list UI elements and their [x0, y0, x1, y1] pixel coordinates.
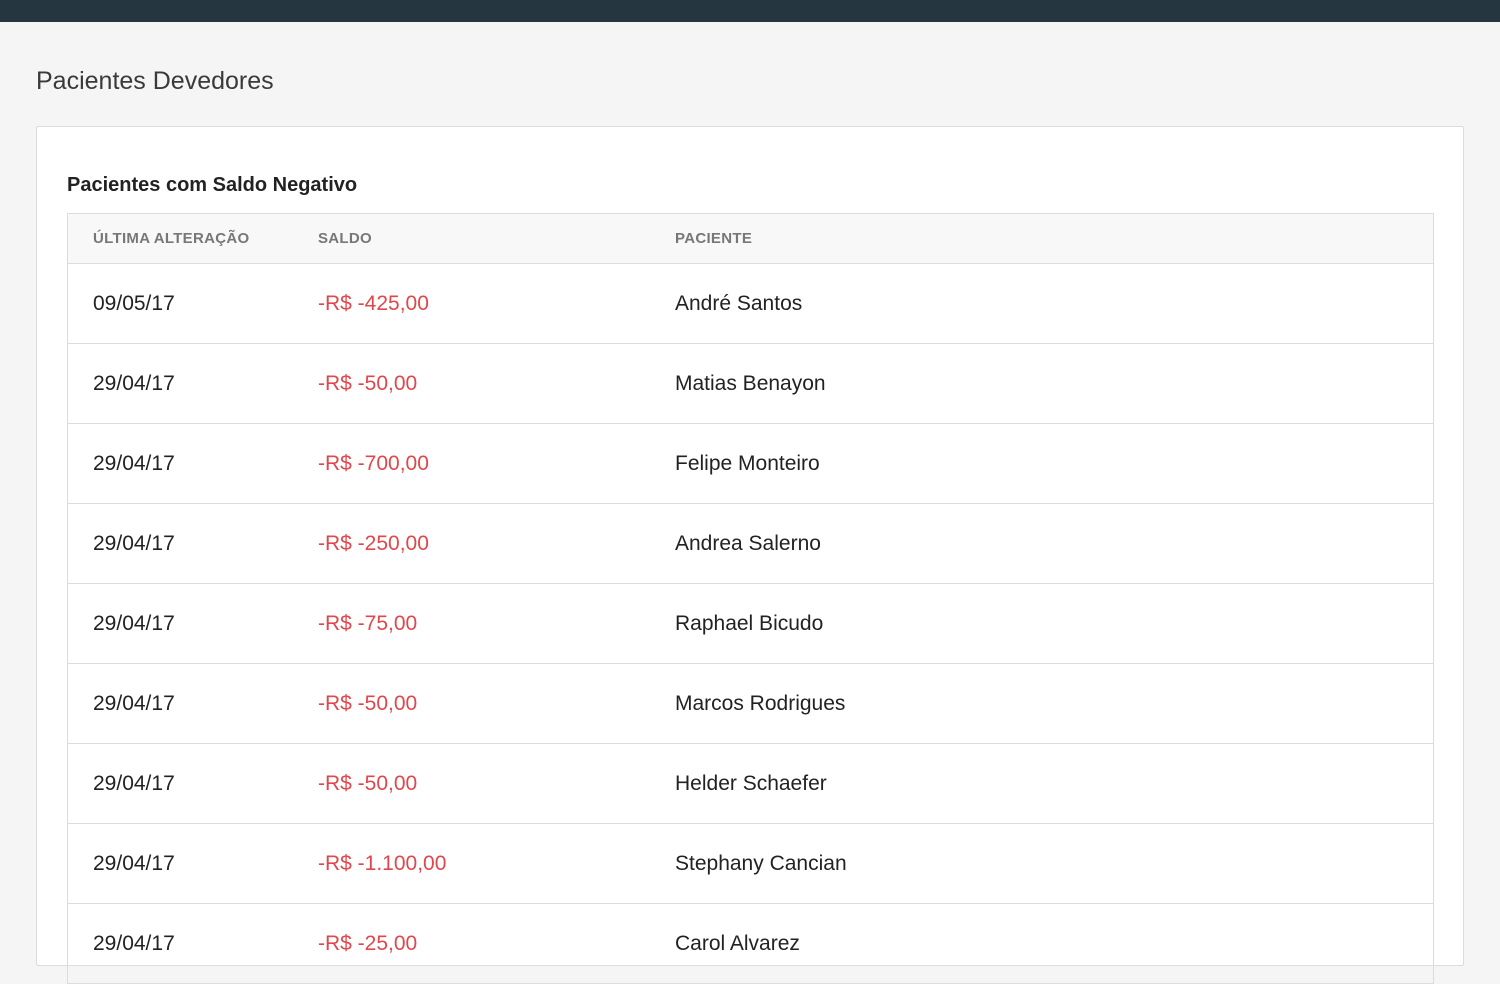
column-header-last-change[interactable]: ÚLTIMA ALTERAÇÃO: [68, 214, 318, 264]
cell-balance: -R$ -250,00: [318, 503, 675, 584]
table-row[interactable]: 29/04/17 -R$ -25,00 Carol Alvarez: [68, 903, 1433, 984]
cell-patient[interactable]: Andrea Salerno: [675, 503, 1433, 584]
cell-last-change: 29/04/17: [68, 423, 318, 504]
cell-last-change: 29/04/17: [68, 663, 318, 744]
debtors-card: Pacientes com Saldo Negativo ÚLTIMA ALTE…: [36, 126, 1464, 984]
table-row[interactable]: 29/04/17 -R$ -50,00 Marcos Rodrigues: [68, 663, 1433, 744]
cell-balance: -R$ -50,00: [318, 343, 675, 424]
cell-last-change: 29/04/17: [68, 743, 318, 824]
cell-patient[interactable]: Helder Schaefer: [675, 743, 1433, 824]
cell-balance: -R$ -50,00: [318, 743, 675, 824]
cell-patient[interactable]: Raphael Bicudo: [675, 583, 1433, 664]
cell-last-change: 29/04/17: [68, 503, 318, 584]
top-navigation-bar: [0, 0, 1500, 22]
table-row[interactable]: 09/05/17 -R$ -425,00 André Santos: [68, 263, 1433, 344]
debtors-table-container: ÚLTIMA ALTERAÇÃO SALDO PACIENTE 09/05/17…: [67, 213, 1434, 984]
cell-patient[interactable]: Marcos Rodrigues: [675, 663, 1433, 744]
table-row[interactable]: 29/04/17 -R$ -75,00 Raphael Bicudo: [68, 583, 1433, 664]
column-header-patient[interactable]: PACIENTE: [675, 214, 1433, 264]
table-row[interactable]: 29/04/17 -R$ -50,00 Helder Schaefer: [68, 743, 1433, 824]
cell-last-change: 29/04/17: [68, 343, 318, 424]
cell-patient[interactable]: Stephany Cancian: [675, 823, 1433, 904]
cell-last-change: 29/04/17: [68, 583, 318, 664]
cell-patient[interactable]: Carol Alvarez: [675, 903, 1433, 984]
table-row[interactable]: 29/04/17 -R$ -1.100,00 Stephany Cancian: [68, 823, 1433, 904]
cell-balance: -R$ -75,00: [318, 583, 675, 664]
card-title: Pacientes com Saldo Negativo: [67, 174, 358, 196]
table-row[interactable]: 29/04/17 -R$ -700,00 Felipe Monteiro: [68, 423, 1433, 504]
cell-balance: -R$ -50,00: [318, 663, 675, 744]
page-title: Pacientes Devedores: [36, 67, 274, 95]
cell-balance: -R$ -1.100,00: [318, 823, 675, 904]
cell-balance: -R$ -25,00: [318, 903, 675, 984]
cell-last-change: 29/04/17: [68, 823, 318, 904]
column-header-balance[interactable]: SALDO: [318, 214, 675, 264]
table-row[interactable]: 29/04/17 -R$ -50,00 Matias Benayon: [68, 343, 1433, 424]
cell-last-change: 09/05/17: [68, 263, 318, 344]
table-row[interactable]: 29/04/17 -R$ -250,00 Andrea Salerno: [68, 503, 1433, 584]
cell-balance: -R$ -700,00: [318, 423, 675, 504]
cell-balance: -R$ -425,00: [318, 263, 675, 344]
cell-patient[interactable]: André Santos: [675, 263, 1433, 344]
cell-patient[interactable]: Matias Benayon: [675, 343, 1433, 424]
cell-last-change: 29/04/17: [68, 903, 318, 984]
debtors-table: ÚLTIMA ALTERAÇÃO SALDO PACIENTE 09/05/17…: [68, 214, 1433, 984]
table-header-row: ÚLTIMA ALTERAÇÃO SALDO PACIENTE: [68, 214, 1433, 264]
cell-patient[interactable]: Felipe Monteiro: [675, 423, 1433, 504]
